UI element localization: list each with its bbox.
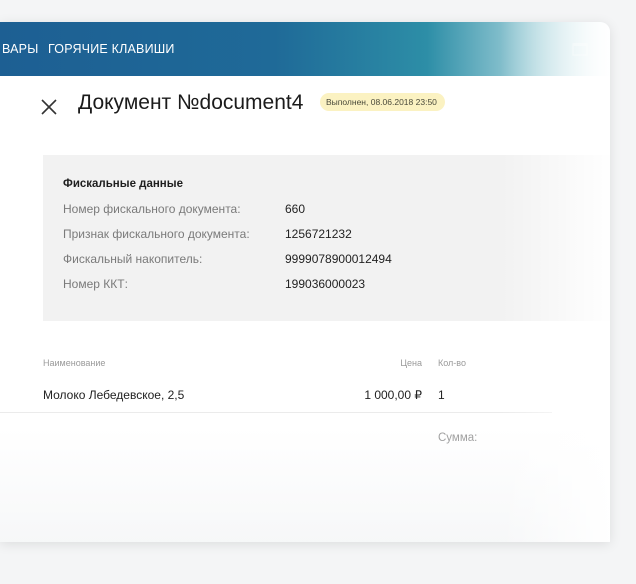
item-price: 1 000,00 ₽ (364, 388, 422, 402)
document-header: Документ №document4 Выполнен, 08.06.2018… (0, 76, 610, 140)
fiscal-value-document-number: 660 (285, 202, 306, 216)
fiscal-value-fiscal-drive: 9999078900012494 (285, 252, 392, 266)
top-navigation-bar: ВАРЫ ГОРЯЧИЕ КЛАВИШИ (0, 22, 610, 76)
nav-item-hotkeys[interactable]: ГОРЯЧИЕ КЛАВИШИ (48, 42, 175, 56)
document-window: ВАРЫ ГОРЯЧИЕ КЛАВИШИ Документ №document4… (0, 22, 610, 542)
status-badge: Выполнен, 08.06.2018 23:50 (320, 93, 445, 111)
fiscal-heading: Фискальные данные (63, 178, 183, 190)
sum-label: Сумма: (438, 432, 478, 444)
fiscal-label-document-number: Номер фискального документа: (63, 202, 241, 216)
column-header-name: Наименование (43, 358, 106, 368)
fiscal-value-kkt-number: 199036000023 (285, 277, 366, 291)
item-qty: 1 (438, 388, 445, 402)
fiscal-data-panel: Фискальные данные Номер фискального доку… (43, 155, 610, 321)
nav-item-goods[interactable]: ВАРЫ (2, 42, 38, 56)
row-divider (0, 412, 552, 413)
fiscal-label-fiscal-drive: Фискальный накопитель: (63, 252, 203, 266)
page-title: Документ №document4 (78, 91, 304, 114)
box-icon[interactable] (572, 42, 588, 56)
fiscal-value-document-sign: 1256721232 (285, 227, 352, 241)
item-name: Молоко Лебедевское, 2,5 (43, 388, 185, 402)
column-header-qty: Кол-во (438, 358, 466, 368)
close-icon[interactable] (38, 96, 60, 118)
fiscal-label-kkt-number: Номер ККТ: (63, 277, 128, 291)
fiscal-label-document-sign: Признак фискального документа: (63, 227, 250, 241)
column-header-price: Цена (400, 358, 422, 368)
